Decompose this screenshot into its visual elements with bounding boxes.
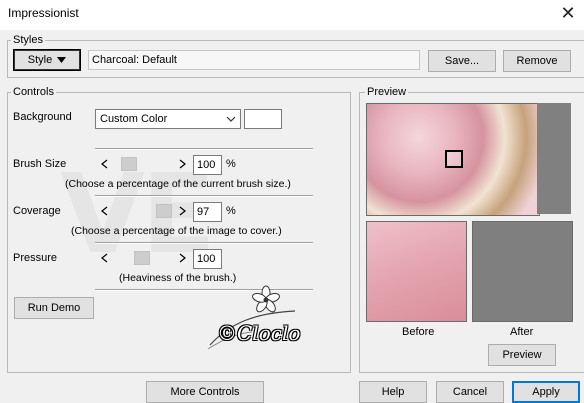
controls-legend: Controls [11, 86, 56, 98]
window-title: Impressionist [8, 6, 79, 20]
chevron-left-icon[interactable] [101, 206, 108, 216]
preview-focus-box[interactable] [445, 150, 463, 168]
brush-size-hint: (Choose a percentage of the current brus… [65, 178, 291, 190]
preview-image[interactable] [366, 103, 540, 216]
style-button-label: Style [27, 54, 53, 66]
preview-button[interactable]: Preview [488, 344, 556, 366]
after-image [472, 221, 573, 322]
chevron-right-icon[interactable] [179, 253, 186, 263]
preview-legend: Preview [365, 86, 409, 98]
chevron-down-icon [226, 116, 236, 122]
preview-side-strip [537, 103, 571, 214]
pressure-slider-thumb[interactable] [134, 251, 150, 265]
before-label: Before [402, 326, 435, 338]
background-select[interactable]: Custom Color [95, 109, 241, 129]
coverage-label: Coverage [13, 205, 61, 217]
pressure-label: Pressure [13, 252, 58, 264]
brush-size-slider-thumb[interactable] [121, 157, 137, 171]
save-button[interactable]: Save... [428, 50, 496, 72]
separator [95, 148, 313, 150]
title-bar [0, 0, 584, 30]
chevron-left-icon[interactable] [101, 159, 108, 169]
coverage-slider-thumb[interactable] [156, 204, 172, 218]
chevron-right-icon[interactable] [179, 206, 186, 216]
more-controls-button[interactable]: More Controls [146, 381, 264, 403]
background-color-swatch[interactable] [244, 109, 282, 129]
after-label: After [510, 326, 534, 338]
chevron-right-icon[interactable] [179, 159, 186, 169]
style-preset-field: Charcoal: Default [88, 50, 420, 70]
before-image [366, 221, 467, 322]
background-label: Background [13, 111, 72, 123]
signature-watermark: ©Cloclo [217, 321, 301, 345]
brush-size-label: Brush Size [13, 158, 67, 170]
coverage-unit: % [226, 205, 236, 217]
coverage-input[interactable]: 97 [193, 202, 222, 222]
triangle-down-icon [57, 57, 67, 64]
brush-size-input[interactable]: 100 [193, 155, 222, 175]
background-select-value: Custom Color [100, 113, 168, 125]
help-button[interactable]: Help [359, 381, 427, 403]
brush-size-unit: % [226, 158, 236, 170]
run-demo-button[interactable]: Run Demo [14, 297, 94, 319]
chevron-left-icon[interactable] [101, 253, 108, 263]
remove-button[interactable]: Remove [503, 50, 571, 72]
coverage-hint: (Choose a percentage of the image to cov… [71, 225, 282, 237]
style-button[interactable]: Style [13, 49, 81, 71]
close-icon[interactable]: ✕ [557, 4, 579, 24]
separator [95, 195, 313, 197]
cancel-button[interactable]: Cancel [436, 381, 504, 403]
pressure-input[interactable]: 100 [193, 249, 222, 269]
apply-button[interactable]: Apply [512, 381, 580, 403]
styles-legend: Styles [11, 34, 45, 46]
separator [95, 242, 313, 244]
